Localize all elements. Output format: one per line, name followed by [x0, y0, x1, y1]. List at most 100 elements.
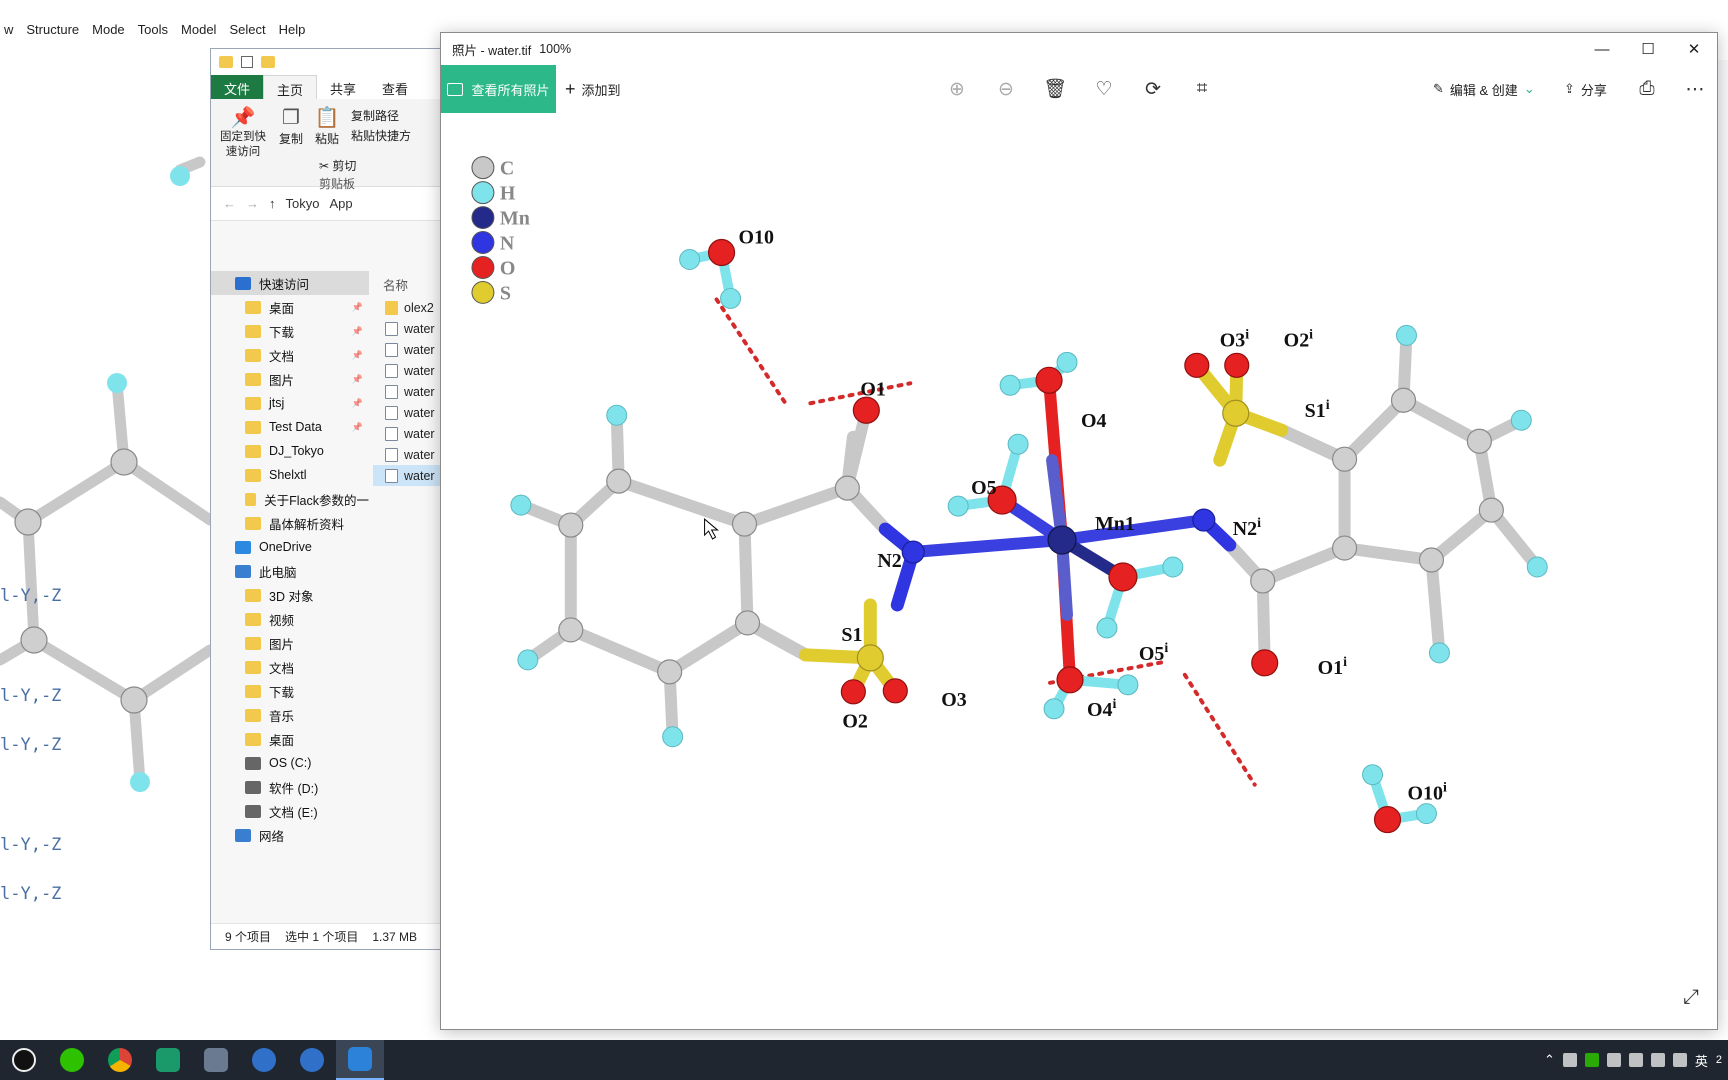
edit-create-button[interactable]: ✎ 编辑 & 创建 ⌄	[1433, 65, 1535, 113]
breadcrumb-app[interactable]: App	[329, 196, 352, 211]
nav-item-label: OS (C:)	[269, 756, 312, 770]
pin-icon[interactable]: 📌	[352, 302, 363, 313]
forward-icon[interactable]: →	[246, 196, 259, 211]
battery-icon[interactable]	[1628, 1053, 1643, 1067]
nav-item[interactable]: 图片 📌	[211, 367, 369, 391]
crop-button[interactable]: ⌗	[1184, 65, 1220, 113]
up-icon[interactable]: ↑	[269, 196, 276, 211]
olex-menu-select[interactable]: Select	[229, 22, 274, 42]
copy-path-button[interactable]: 复制路径	[351, 107, 399, 124]
close-button[interactable]: ✕	[1671, 33, 1717, 65]
selected-count: 选中 1 个项目	[285, 930, 359, 944]
nav-item[interactable]: 文档 (E:)	[211, 799, 369, 823]
see-all-photos-button[interactable]: 查看所有照片	[441, 65, 556, 113]
nav-item[interactable]: 晶体解析资料	[211, 511, 369, 535]
nav-item[interactable]: 下载	[211, 679, 369, 703]
print-button[interactable]: ⎙	[1629, 65, 1665, 113]
image-viewer[interactable]: C H Mn N O S O10 O1 O4 O5 Mn1 N2 S1 O2 O…	[441, 115, 1717, 1021]
nav-item[interactable]: 网络	[211, 823, 369, 847]
nav-item[interactable]: 快速访问	[211, 271, 369, 295]
minimize-button[interactable]: —	[1579, 33, 1625, 65]
pin-icon[interactable]: 📌	[352, 398, 363, 409]
pin-icon[interactable]: 📌	[352, 326, 363, 337]
new-folder-icon[interactable]	[261, 56, 275, 68]
zoom-in-button[interactable]: ⊕	[939, 65, 975, 113]
clock[interactable]: 2	[1716, 1054, 1722, 1066]
nav-item[interactable]: 此电脑	[211, 559, 369, 583]
nav-item[interactable]: 音乐	[211, 703, 369, 727]
share-button[interactable]: ⇪ 分享	[1564, 65, 1607, 113]
taskbar-calculator[interactable]	[192, 1040, 240, 1080]
more-options-button[interactable]: ⋯	[1677, 65, 1713, 113]
olex-menu-tools[interactable]: Tools	[138, 22, 177, 42]
nav-item[interactable]: OS (C:)	[211, 751, 369, 775]
nav-item[interactable]: 文档	[211, 655, 369, 679]
nav-item[interactable]: 桌面 📌	[211, 295, 369, 319]
qq-tray-icon[interactable]	[1606, 1053, 1621, 1067]
maximize-button[interactable]: ☐	[1625, 33, 1671, 65]
back-icon[interactable]: ←	[223, 196, 236, 211]
zoom-out-button[interactable]: ⊖	[988, 65, 1024, 113]
explorer-address-bar[interactable]: ← → ↑ Tokyo App	[211, 187, 449, 221]
nav-item-label: DJ_Tokyo	[269, 444, 324, 458]
copy-button[interactable]: ❐ 复制	[275, 105, 307, 147]
rotate-button[interactable]: ⟳	[1135, 65, 1171, 113]
cut-button[interactable]: ✂ 剪切	[319, 157, 356, 174]
wechat-tray-icon[interactable]	[1584, 1053, 1599, 1067]
add-to-button[interactable]: + 添加到	[565, 65, 621, 113]
file-name: water	[404, 384, 435, 399]
tab-view[interactable]: 查看	[369, 75, 421, 99]
nav-item[interactable]: 视频	[211, 607, 369, 631]
pin-label: 固定到快速访问	[220, 131, 266, 158]
nav-item[interactable]: 下载 📌	[211, 319, 369, 343]
nav-item[interactable]: 图片	[211, 631, 369, 655]
breadcrumb-tokyo[interactable]: Tokyo	[286, 196, 320, 211]
tray-chevron-up-icon[interactable]: ⌃	[1544, 1052, 1555, 1068]
properties-icon[interactable]	[241, 56, 253, 68]
pin-icon[interactable]: 📌	[352, 350, 363, 361]
nav-item[interactable]: 软件 (D:)	[211, 775, 369, 799]
taskbar-ccdc[interactable]	[144, 1040, 192, 1080]
pin-icon[interactable]: 📌	[352, 374, 363, 385]
taskbar-olex2-second[interactable]	[288, 1040, 336, 1080]
olex2-icon	[300, 1048, 324, 1072]
nav-item[interactable]: DJ_Tokyo	[211, 439, 369, 463]
taskbar-olex2[interactable]	[240, 1040, 288, 1080]
nav-item[interactable]: 文档 📌	[211, 343, 369, 367]
folder-icon	[245, 804, 261, 818]
olex-menu-model[interactable]: Model	[181, 22, 225, 42]
file-name: water	[404, 447, 435, 462]
tab-home[interactable]: 主页	[263, 75, 318, 99]
taskbar-photos[interactable]	[336, 1040, 384, 1080]
olex-menu-help[interactable]: Help	[279, 22, 315, 42]
nav-item[interactable]: jtsj 📌	[211, 391, 369, 415]
favorite-button[interactable]: ♡	[1086, 65, 1122, 113]
network-icon[interactable]	[1650, 1053, 1665, 1067]
nav-item[interactable]: 3D 对象	[211, 583, 369, 607]
legend-swatch	[471, 255, 495, 279]
input-method-indicator[interactable]: 英	[1695, 1051, 1708, 1070]
tab-file[interactable]: 文件	[211, 75, 264, 99]
olex-menu-mode[interactable]: Mode	[92, 22, 134, 42]
olex-menu-structure[interactable]: Structure	[26, 22, 88, 42]
paste-shortcut-button[interactable]: 粘贴快捷方	[351, 127, 411, 144]
delete-button[interactable]: 🗑	[1037, 65, 1073, 113]
nav-item[interactable]: 桌面	[211, 727, 369, 751]
paste-button[interactable]: 📋 粘贴	[311, 105, 343, 147]
nav-item[interactable]: OneDrive	[211, 535, 369, 559]
tab-share[interactable]: 共享	[317, 75, 369, 99]
nav-item[interactable]: Shelxtl	[211, 463, 369, 487]
olex-menu-item[interactable]: w	[4, 22, 22, 42]
explorer-titlebar[interactable]	[211, 49, 449, 75]
pin-quick-access-button[interactable]: 📌 固定到快速访问	[217, 105, 269, 160]
photos-titlebar[interactable]: 照片 - water.tif 100%	[441, 33, 1717, 65]
taskbar-wechat[interactable]	[48, 1040, 96, 1080]
nav-item[interactable]: 关于Flack参数的一	[211, 487, 369, 511]
taskbar-chrome[interactable]	[96, 1040, 144, 1080]
pin-icon[interactable]: 📌	[352, 422, 363, 433]
fullscreen-button[interactable]: ⤢	[1683, 986, 1699, 1009]
microphone-icon[interactable]	[1562, 1053, 1577, 1067]
nav-item[interactable]: Test Data 📌	[211, 415, 369, 439]
taskbar-qq[interactable]	[0, 1040, 48, 1080]
volume-icon[interactable]	[1672, 1053, 1687, 1067]
